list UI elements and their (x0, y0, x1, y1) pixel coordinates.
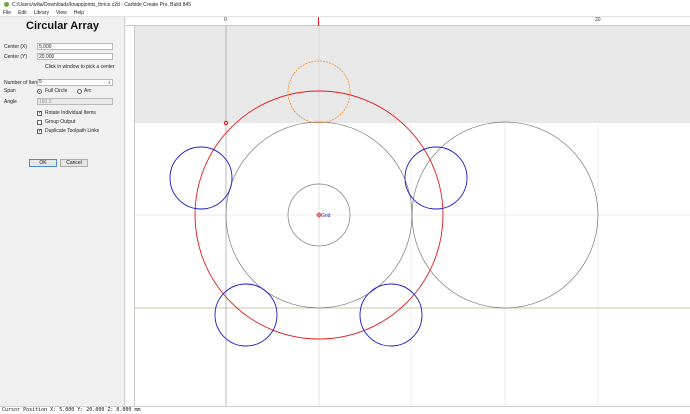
num-items-label: Number of Items (4, 80, 41, 86)
menu-view[interactable]: View (56, 10, 67, 16)
span-full-circle-radio[interactable] (37, 89, 42, 94)
duplicate-links-checkbox[interactable] (37, 128, 42, 134)
ruler-tick-0: 0 (224, 17, 227, 23)
span-full-circle-label: Full Circle (45, 88, 68, 94)
menu-bar: File Edit Library View Help (0, 9, 690, 17)
ruler-tick-20: 20 (595, 17, 601, 23)
menu-edit[interactable]: Edit (18, 10, 27, 16)
angle-input (37, 98, 113, 105)
circular-array-panel: Circular Array Center (X) Center (Y) Cli… (0, 17, 125, 406)
design-canvas[interactable]: Grid 0 20 (126, 17, 690, 406)
app-logo-icon (4, 2, 9, 7)
num-items-value: 5 (39, 79, 42, 85)
ruler-top: 0 20 (126, 17, 690, 26)
stepper-arrows-icon[interactable]: ⇕ (108, 80, 111, 85)
num-items-stepper[interactable]: 5 ⇕ (37, 79, 113, 86)
center-x-label: Center (X) (4, 44, 28, 50)
cancel-button[interactable]: Cancel (60, 159, 88, 167)
app-window: C:/Users/wilia/Downloads/knappjoints_thr… (0, 0, 690, 414)
center-y-input[interactable] (37, 53, 113, 60)
menu-help[interactable]: Help (74, 10, 84, 16)
group-output-label: Group Output (45, 119, 76, 125)
group-output-checkbox[interactable] (37, 120, 42, 125)
angle-label: Angle (4, 99, 17, 105)
canvas-drawing[interactable] (126, 17, 690, 406)
window-title: C:/Users/wilia/Downloads/knappjoints_thr… (12, 1, 191, 8)
center-label: Grid (321, 213, 331, 219)
center-y-label: Center (Y) (4, 54, 28, 60)
status-bar: Cursor Position X: 5.000 Y: 20.000 Z: 0.… (0, 406, 690, 414)
center-x-input[interactable] (37, 43, 113, 50)
span-label: Span (4, 88, 16, 94)
panel-title: Circular Array (26, 20, 99, 32)
origin-marker-icon (223, 120, 229, 126)
duplicate-links-label: Duplicate Toolpath Links (45, 128, 100, 134)
ruler-left (126, 26, 135, 406)
span-arc-label: Arc (84, 88, 92, 94)
span-arc-radio[interactable] (77, 89, 82, 94)
cursor-position-readout: Cursor Position X: 5.000 Y: 20.000 Z: 0.… (2, 407, 141, 413)
pick-center-hint: Click in window to pick a center (45, 64, 115, 70)
menu-library[interactable]: Library (34, 10, 49, 16)
title-bar: C:/Users/wilia/Downloads/knappjoints_thr… (0, 0, 690, 9)
menu-file[interactable]: File (3, 10, 11, 16)
rotate-items-label: Rotate Individual Items (45, 110, 96, 116)
rotate-items-checkbox[interactable] (37, 110, 42, 116)
ruler-top-position-marker (318, 17, 319, 26)
ok-button[interactable]: OK (29, 159, 57, 167)
